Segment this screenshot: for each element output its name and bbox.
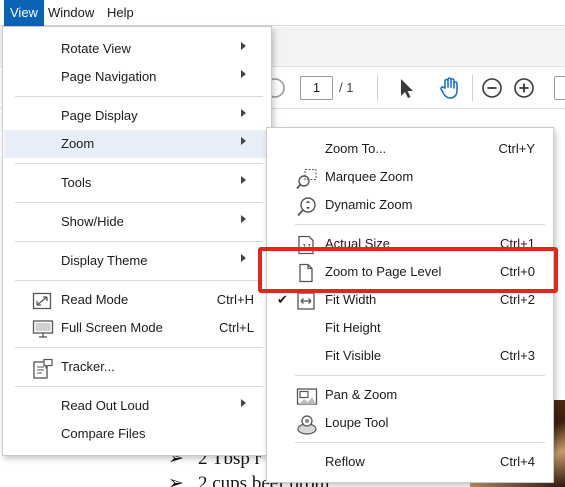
select-tool-icon[interactable]	[393, 75, 419, 101]
menu-item-reflow[interactable]: Reflow Ctrl+4	[268, 448, 552, 476]
menu-item-zoom-to[interactable]: Zoom To... Ctrl+Y	[268, 135, 552, 163]
page-number-input[interactable]: 1	[300, 76, 333, 100]
menu-separator	[15, 347, 263, 348]
menu-separator	[15, 163, 263, 164]
menu-item-full-screen-mode[interactable]: Full Screen Mode Ctrl+L	[4, 314, 270, 342]
submenu-arrow-icon	[241, 254, 246, 262]
loupe-tool-icon	[296, 414, 317, 435]
menu-item-page-navigation[interactable]: Page Navigation	[4, 63, 270, 91]
menu-separator	[295, 442, 545, 443]
menu-item-page-display[interactable]: Page Display	[4, 102, 270, 130]
menu-separator	[15, 241, 263, 242]
toolbar-divider	[377, 75, 378, 101]
submenu-arrow-icon	[241, 42, 246, 50]
fit-width-icon	[296, 291, 316, 311]
menu-separator	[295, 224, 545, 225]
page-total: / 1	[339, 80, 354, 95]
menu-separator	[15, 202, 263, 203]
menu-item-show-hide[interactable]: Show/Hide	[4, 208, 270, 236]
menu-view[interactable]: View	[4, 0, 44, 26]
menu-item-fit-height[interactable]: Fit Height	[268, 314, 552, 342]
marquee-zoom-icon	[296, 168, 317, 190]
toolbar-divider	[472, 75, 473, 101]
menu-item-dynamic-zoom[interactable]: Dynamic Zoom	[268, 191, 552, 219]
menu-item-tools[interactable]: Tools	[4, 169, 270, 197]
menu-help[interactable]: Help	[101, 0, 140, 26]
menu-item-fit-visible[interactable]: Fit Visible Ctrl+3	[268, 342, 552, 370]
menu-separator	[15, 96, 263, 97]
menu-item-read-mode[interactable]: Read Mode Ctrl+H	[4, 286, 270, 314]
checkmark-icon: ✔	[277, 292, 288, 307]
menu-item-marquee-zoom[interactable]: Marquee Zoom	[268, 163, 552, 191]
full-screen-icon	[32, 319, 54, 339]
pan-zoom-icon	[296, 386, 318, 406]
submenu-arrow-icon	[241, 176, 246, 184]
submenu-arrow-icon	[241, 215, 246, 223]
menu-window[interactable]: Window	[42, 0, 100, 26]
menu-separator	[15, 386, 263, 387]
view-menu: Rotate View Page Navigation Page Display…	[2, 26, 272, 456]
menu-item-compare-files[interactable]: Compare Files	[4, 420, 270, 448]
hand-tool-icon[interactable]	[436, 75, 462, 101]
menu-item-loupe-tool[interactable]: Loupe Tool	[268, 409, 552, 437]
menu-separator	[15, 280, 263, 281]
dynamic-zoom-icon	[296, 196, 316, 217]
highlight-box	[258, 247, 558, 293]
menu-item-read-out-loud[interactable]: Read Out Loud	[4, 392, 270, 420]
zoom-submenu: Zoom To... Ctrl+Y Marquee Zoom Dynamic Z…	[266, 127, 554, 483]
menu-item-display-theme[interactable]: Display Theme	[4, 247, 270, 275]
menu-separator	[295, 375, 545, 376]
menu-item-pan-zoom[interactable]: Pan & Zoom	[268, 381, 552, 409]
menu-item-zoom[interactable]: Zoom	[4, 130, 270, 158]
read-mode-icon	[32, 291, 52, 311]
zoom-in-icon[interactable]	[511, 75, 537, 101]
submenu-arrow-icon	[241, 137, 246, 145]
menu-item-rotate-view[interactable]: Rotate View	[4, 35, 270, 63]
zoom-out-icon[interactable]	[479, 75, 505, 101]
zoom-level-field[interactable]	[554, 76, 565, 100]
menu-bar: View Window Help	[0, 0, 565, 26]
submenu-arrow-icon	[241, 109, 246, 117]
submenu-arrow-icon	[241, 70, 246, 78]
menu-item-tracker[interactable]: Tracker...	[4, 353, 270, 381]
submenu-arrow-icon	[241, 399, 246, 407]
tracker-icon	[32, 358, 53, 379]
